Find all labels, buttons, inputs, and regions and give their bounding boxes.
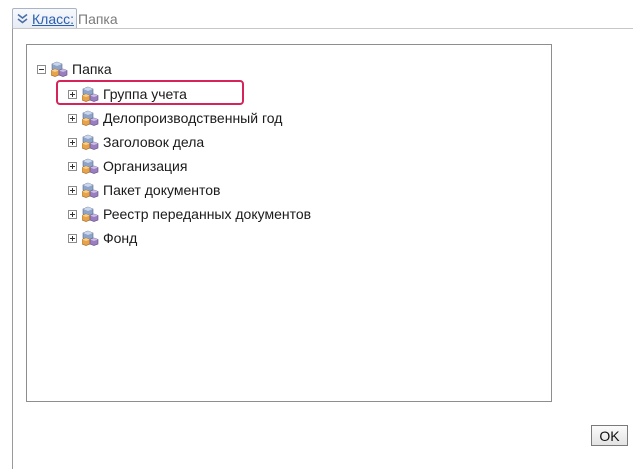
expand-toggle-icon[interactable] xyxy=(68,113,77,123)
expand-toggle-icon[interactable] xyxy=(68,161,77,171)
tree-node-organizatsiya[interactable]: Организация xyxy=(68,156,187,176)
expand-toggle-icon[interactable] xyxy=(68,233,77,243)
cube-icon xyxy=(82,182,99,198)
tree-node-label: Фонд xyxy=(103,230,138,246)
cube-icon xyxy=(82,158,99,174)
cube-icon xyxy=(82,110,99,126)
cube-icon xyxy=(82,230,99,246)
tree-node-label: Реестр переданных документов xyxy=(103,206,312,222)
cube-icon xyxy=(51,61,68,77)
tree-node-label: Пакет документов xyxy=(103,182,221,198)
tree-node-reestr[interactable]: Реестр переданных документов xyxy=(68,204,311,224)
tree-node-paket-dokumentov[interactable]: Пакет документов xyxy=(68,180,220,200)
tree-node-label: Делопроизводственный год xyxy=(103,110,283,126)
double-chevron-down-icon xyxy=(17,13,28,24)
ok-button[interactable]: OK xyxy=(591,425,628,446)
tree-node-label: Папка xyxy=(72,61,112,77)
tree-node-label: Заголовок дела xyxy=(103,134,205,150)
class-value: Папка xyxy=(78,11,118,27)
tree-node-deloproizv-god[interactable]: Делопроизводственный год xyxy=(68,108,282,128)
expand-toggle-icon[interactable] xyxy=(68,137,77,147)
tree-node-fond[interactable]: Фонд xyxy=(68,228,137,248)
tree-node-label: Организация xyxy=(103,158,188,174)
cube-icon xyxy=(82,134,99,150)
class-label[interactable]: Класс: xyxy=(32,11,74,27)
tree-node-zagolovok-dela[interactable]: Заголовок дела xyxy=(68,132,204,152)
class-selector-button[interactable]: Класс: xyxy=(12,8,77,30)
tree-node-root[interactable]: Папка xyxy=(37,59,112,79)
selection-highlight xyxy=(56,80,244,105)
expand-toggle-icon[interactable] xyxy=(68,209,77,219)
expand-toggle-icon[interactable] xyxy=(68,185,77,195)
class-selector-bar: Класс: Папка xyxy=(12,8,118,30)
collapse-toggle-icon[interactable] xyxy=(37,64,46,74)
cube-icon xyxy=(82,206,99,222)
